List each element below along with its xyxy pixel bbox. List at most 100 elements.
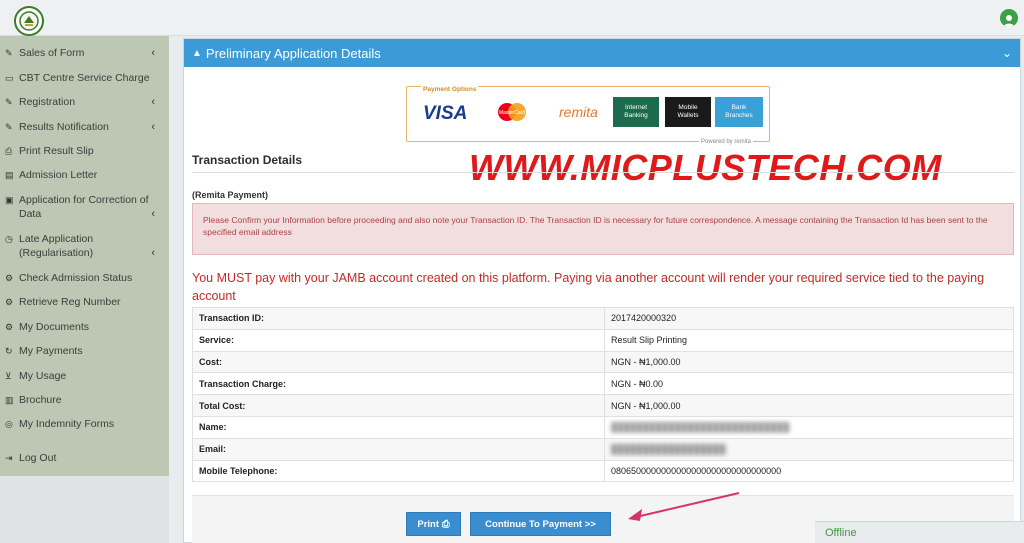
table-row: Mobile Telephone: 0806500000000000000000…: [192, 459, 1014, 483]
row-value: ████████████████████████████: [604, 415, 1014, 439]
sidebar-item-label: CBT Centre Service Charge: [19, 72, 150, 84]
payment-options-title: Payment Options: [421, 86, 479, 93]
sidebar-item-label: My Payments: [19, 345, 83, 357]
mastercard-logo: MasterCard: [498, 103, 526, 121]
printer-icon: ⎙: [5, 146, 13, 156]
sidebar-item-results-notification[interactable]: ✎ Results Notification ‹: [5, 120, 165, 134]
continue-to-payment-button[interactable]: Continue To Payment >>: [470, 512, 611, 536]
sidebar-item-retrieve-reg-number[interactable]: ⚙ Retrieve Reg Number: [5, 295, 165, 309]
chevron-left-icon: ‹: [151, 47, 155, 59]
sidebar-item-my-usage[interactable]: ⊻ My Usage: [5, 369, 165, 383]
row-value: 0806500000000000000000000000000000: [604, 459, 1014, 483]
printer-icon: ⎙: [442, 518, 450, 530]
sidebar-item-label: Brochure: [19, 394, 62, 406]
remita-logo: remita: [559, 104, 598, 120]
row-label: Total Cost:: [192, 394, 605, 417]
jamb-logo[interactable]: [14, 6, 44, 36]
edit-icon: ✎: [5, 122, 13, 132]
sidebar-item-label: Admission Letter: [19, 169, 98, 181]
row-label: Transaction Charge:: [192, 372, 605, 396]
sidebar-empty-area: [0, 476, 169, 543]
row-value: NGN - ₦1,000.00: [604, 394, 1014, 417]
table-row: Name: ████████████████████████████: [192, 415, 1014, 439]
panel-header[interactable]: ▲ Preliminary Application Details ⌄: [184, 39, 1020, 67]
user-avatar-icon[interactable]: [1000, 9, 1018, 27]
confirmation-alert: Please Confirm your Information before p…: [192, 203, 1014, 255]
sidebar-item-label: My Indemnity Forms: [19, 418, 115, 430]
card-icon: ▭: [5, 73, 14, 83]
print-button[interactable]: Print ⎙: [406, 512, 461, 536]
payment-warning-text: You MUST pay with your JAMB account crea…: [192, 271, 985, 303]
book-icon: ▥: [5, 395, 14, 405]
row-label: Name:: [192, 415, 605, 439]
row-value: ██████████████████: [604, 437, 1014, 461]
bank-branches-option: Bank Branches: [715, 97, 763, 127]
sidebar-item-cbt-centre[interactable]: ▭ CBT Centre Service Charge: [5, 71, 165, 85]
transaction-details-heading: Transaction Details: [192, 153, 303, 167]
application-details-panel: ▲ Preliminary Application Details ⌄ Paym…: [183, 38, 1021, 543]
table-row: Cost: NGN - ₦1,000.00: [192, 350, 1014, 374]
sidebar-item-my-documents[interactable]: ⚙ My Documents: [5, 320, 165, 334]
sidebar-item-log-out[interactable]: ⇥ Log Out: [5, 451, 165, 465]
sidebar-item-print-result-slip[interactable]: ⎙ Print Result Slip: [5, 144, 165, 158]
sidebar-item-label: Retrieve Reg Number: [19, 296, 121, 308]
sidebar-item-label: My Usage: [19, 370, 67, 382]
payment-options-banner: Payment Options VISA MasterCard remita I…: [406, 86, 770, 145]
sidebar-item-registration[interactable]: ✎ Registration ‹: [5, 95, 165, 109]
chevron-left-icon: ‹: [151, 121, 155, 133]
row-label: Service:: [192, 328, 605, 352]
phone-value: 0806500000000000000000000000000000: [611, 466, 782, 477]
row-label: Mobile Telephone:: [192, 459, 605, 483]
visa-logo: VISA: [423, 103, 468, 124]
sidebar-item-label: Results Notification: [19, 121, 109, 133]
sidebar-item-brochure[interactable]: ▥ Brochure: [5, 393, 165, 407]
clock-icon: ◷: [5, 234, 13, 244]
row-label: Cost:: [192, 350, 605, 374]
gear-icon: ⚙: [5, 322, 14, 332]
row-value: Result Slip Printing: [604, 328, 1014, 352]
row-value: 2017420000320: [604, 307, 1014, 330]
internet-banking-option: Internet Banking: [613, 97, 659, 127]
sidebar-item-label: Application for Correction of Data: [19, 194, 149, 220]
panel-title: Preliminary Application Details: [205, 45, 381, 61]
sidebar-item-my-payments[interactable]: ↻ My Payments: [5, 344, 165, 358]
remita-payment-label: (Remita Payment): [192, 190, 269, 200]
mobile-wallets-option: Mobile Wallets: [665, 97, 711, 127]
row-label: Email:: [192, 437, 605, 461]
sidebar-item-sales-of-form[interactable]: ✎ Sales of Form ‹: [5, 46, 165, 60]
table-row: Service: Result Slip Printing: [192, 328, 1014, 352]
table-row: Total Cost: NGN - ₦1,000.00: [192, 394, 1014, 417]
target-icon: ◎: [5, 419, 13, 429]
sidebar-item-correction-of-data[interactable]: ▣ Application for Correction of Data ‹: [5, 193, 165, 221]
warning-icon: ▲: [192, 47, 202, 59]
sidebar-item-indemnity-forms[interactable]: ◎ My Indemnity Forms: [5, 417, 165, 431]
chevron-left-icon: ‹: [151, 208, 155, 220]
chat-status-offline[interactable]: Offline: [815, 521, 1024, 543]
row-label: Transaction ID:: [192, 307, 605, 330]
chevron-down-icon[interactable]: ⌄: [1002, 46, 1012, 60]
sidebar: ✎ Sales of Form ‹ ▭ CBT Centre Service C…: [0, 36, 169, 476]
sidebar-item-label: Log Out: [19, 452, 57, 464]
sidebar-item-label: Print Result Slip: [19, 145, 94, 157]
cart-icon: ⊻: [5, 371, 12, 381]
edit-icon: ✎: [5, 97, 13, 107]
sidebar-item-check-admission-status[interactable]: ⚙ Check Admission Status: [5, 271, 165, 285]
transaction-table: Transaction ID: 2017420000320 Service: R…: [192, 307, 1014, 483]
sidebar-item-late-application[interactable]: ◷ Late Application (Regularisation) ‹: [5, 232, 165, 260]
edit-icon: ✎: [5, 48, 13, 58]
annotation-arrow-icon: [628, 492, 740, 521]
print-button-label: Print: [417, 518, 440, 530]
divider: [192, 172, 1014, 173]
chevron-left-icon: ‹: [151, 96, 155, 108]
sidebar-item-admission-letter[interactable]: ▤ Admission Letter: [5, 168, 165, 182]
refresh-icon: ↻: [5, 346, 13, 356]
sidebar-item-label: Registration: [19, 96, 76, 108]
table-row: Transaction Charge: NGN - ₦0.00: [192, 372, 1014, 396]
chevron-left-icon: ‹: [151, 247, 155, 259]
top-bar: [0, 0, 1024, 36]
sidebar-item-label: Sales of Form: [19, 47, 85, 59]
main-content: ▲ Preliminary Application Details ⌄ Paym…: [169, 36, 1024, 543]
form-icon: ▣: [5, 195, 14, 205]
gear-icon: ⚙: [5, 297, 14, 307]
document-icon: ▤: [5, 170, 14, 180]
